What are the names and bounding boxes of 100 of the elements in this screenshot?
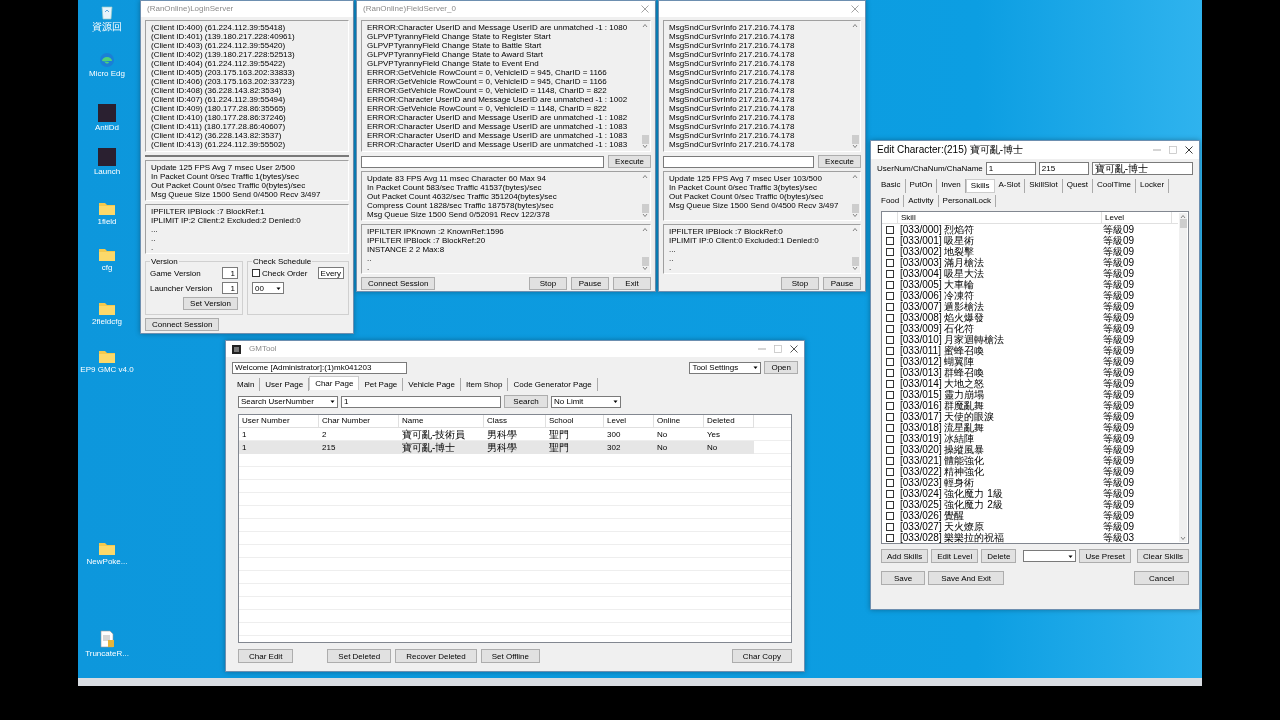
scrollbar[interactable] — [641, 226, 649, 272]
scrollbar-thumb[interactable] — [1179, 219, 1187, 228]
scroll-up-icon[interactable] — [642, 227, 648, 232]
checkbox[interactable] — [886, 236, 894, 245]
document-icon[interactable] — [99, 630, 115, 648]
scrollbar[interactable] — [641, 173, 649, 219]
open-button[interactable]: Open — [764, 361, 798, 374]
recover-deleted-button[interactable]: Recover Deleted — [395, 649, 477, 663]
stop-button[interactable]: Stop — [529, 277, 567, 290]
execute-button[interactable]: Execute — [818, 155, 861, 168]
tab[interactable]: A-Slot — [994, 179, 1026, 193]
scrollbar[interactable] — [851, 22, 859, 150]
tab[interactable]: SkillSlot — [1025, 179, 1063, 193]
save-button[interactable]: Save — [881, 571, 926, 585]
checkbox[interactable] — [886, 225, 894, 234]
minimize-icon[interactable] — [1153, 146, 1161, 154]
search-field[interactable]: 1 — [341, 395, 501, 408]
minimize-icon[interactable] — [758, 345, 766, 353]
checkbox[interactable] — [886, 357, 894, 366]
folder-icon[interactable] — [98, 348, 116, 364]
connect-session-button[interactable]: Connect Session — [145, 318, 220, 332]
close-icon[interactable] — [1185, 146, 1193, 154]
column-header[interactable]: User Number — [239, 415, 319, 428]
folder-icon[interactable] — [98, 200, 116, 216]
checkbox[interactable] — [252, 269, 260, 278]
checkbox[interactable] — [886, 511, 894, 520]
scroll-down-icon[interactable] — [852, 213, 858, 218]
caret-icon[interactable] — [612, 398, 619, 405]
folder-icon[interactable] — [98, 540, 116, 556]
schedule-field[interactable]: Every — [317, 267, 344, 280]
scroll-down-icon[interactable] — [642, 144, 648, 149]
table-row[interactable]: 1 2 寶可亂-技術員 男科學 聖門 300 No Yes — [239, 428, 754, 441]
checkbox[interactable] — [886, 390, 894, 399]
save-and-exit-button[interactable]: Save And Exit — [928, 571, 1005, 585]
recycle-bin-icon[interactable] — [100, 4, 114, 20]
checkbox[interactable] — [886, 280, 894, 289]
scrollbar-thumb[interactable] — [851, 257, 859, 266]
tab[interactable]: Main — [232, 378, 261, 391]
set-version-button[interactable]: Set Version — [183, 297, 238, 311]
checkbox[interactable] — [886, 269, 894, 278]
launcher-version-field[interactable]: 1 — [222, 282, 238, 295]
scrollbar-thumb[interactable] — [641, 204, 649, 213]
tab[interactable]: Activity — [904, 195, 939, 207]
execute-button[interactable]: Execute — [608, 155, 651, 168]
scroll-down-icon[interactable] — [1180, 536, 1186, 541]
scrollbar[interactable] — [851, 226, 859, 272]
checkbox[interactable] — [886, 500, 894, 509]
limit-dropdown[interactable]: No Limit — [551, 395, 621, 408]
checkbox[interactable] — [886, 467, 894, 476]
tool-settings-dropdown[interactable]: Tool Settings — [689, 361, 762, 374]
checkbox[interactable] — [886, 478, 894, 487]
scroll-up-icon[interactable] — [642, 174, 648, 179]
column-header[interactable]: Deleted — [704, 415, 754, 428]
column-header[interactable]: Online — [654, 415, 704, 428]
tab[interactable]: Locker — [1136, 179, 1170, 193]
scrollbar-thumb[interactable] — [851, 135, 859, 144]
stop-button[interactable]: Stop — [781, 277, 819, 290]
scrollbar-thumb[interactable] — [851, 204, 859, 213]
scroll-up-icon[interactable] — [642, 23, 648, 28]
cha-num-field[interactable]: 215 — [1038, 162, 1089, 175]
column-header[interactable]: Char Number — [319, 415, 399, 428]
checkbox[interactable] — [886, 456, 894, 465]
scroll-down-icon[interactable] — [642, 266, 648, 271]
pause-button[interactable]: Pause — [571, 277, 609, 290]
checkbox[interactable] — [886, 423, 894, 432]
tab[interactable]: PersonalLock — [938, 195, 997, 207]
checkbox[interactable] — [886, 368, 894, 377]
search-type-dropdown[interactable]: Search UserNumber — [238, 395, 338, 408]
tab[interactable]: Inven — [937, 179, 966, 193]
user-num-field[interactable]: 1 — [985, 162, 1036, 175]
checkbox[interactable] — [886, 401, 894, 410]
connect-session-button[interactable]: Connect Session — [361, 277, 436, 290]
column-header[interactable]: Skill — [898, 212, 1102, 223]
checkbox[interactable] — [886, 346, 894, 355]
cancel-button[interactable]: Cancel — [1134, 571, 1189, 585]
checkbox[interactable] — [886, 291, 894, 300]
add-skills-button[interactable]: Add Skills — [881, 549, 929, 563]
tab[interactable]: Item Shop — [461, 378, 509, 391]
char-edit-button[interactable]: Char Edit — [238, 649, 294, 663]
browser-icon[interactable] — [99, 52, 115, 68]
tab[interactable]: PutOn — [905, 179, 938, 193]
checkbox[interactable] — [886, 258, 894, 267]
column-header[interactable]: Level — [604, 415, 654, 428]
cha-name-field[interactable]: 寶可亂-博士 — [1091, 162, 1193, 175]
tab[interactable]: Skills — [965, 179, 995, 193]
caret-icon[interactable] — [752, 364, 760, 371]
pause-button[interactable]: Pause — [823, 277, 861, 290]
command-field[interactable] — [361, 155, 605, 168]
checkbox[interactable] — [886, 445, 894, 454]
tab[interactable]: Pet Page — [359, 378, 404, 391]
use-preset-button[interactable]: Use Preset — [1079, 549, 1131, 563]
table-row[interactable]: 1 215 寶可亂-博士 男科學 聖門 302 No No — [239, 441, 754, 454]
scroll-up-icon[interactable] — [852, 227, 858, 232]
search-button[interactable]: Search — [504, 395, 548, 408]
tab[interactable]: CoolTime — [1093, 179, 1137, 193]
delete-button[interactable]: Delete — [981, 549, 1017, 563]
maximize-icon[interactable] — [774, 345, 782, 353]
checkbox[interactable] — [886, 434, 894, 443]
scroll-down-icon[interactable] — [852, 266, 858, 271]
maximize-icon[interactable] — [1169, 146, 1177, 154]
